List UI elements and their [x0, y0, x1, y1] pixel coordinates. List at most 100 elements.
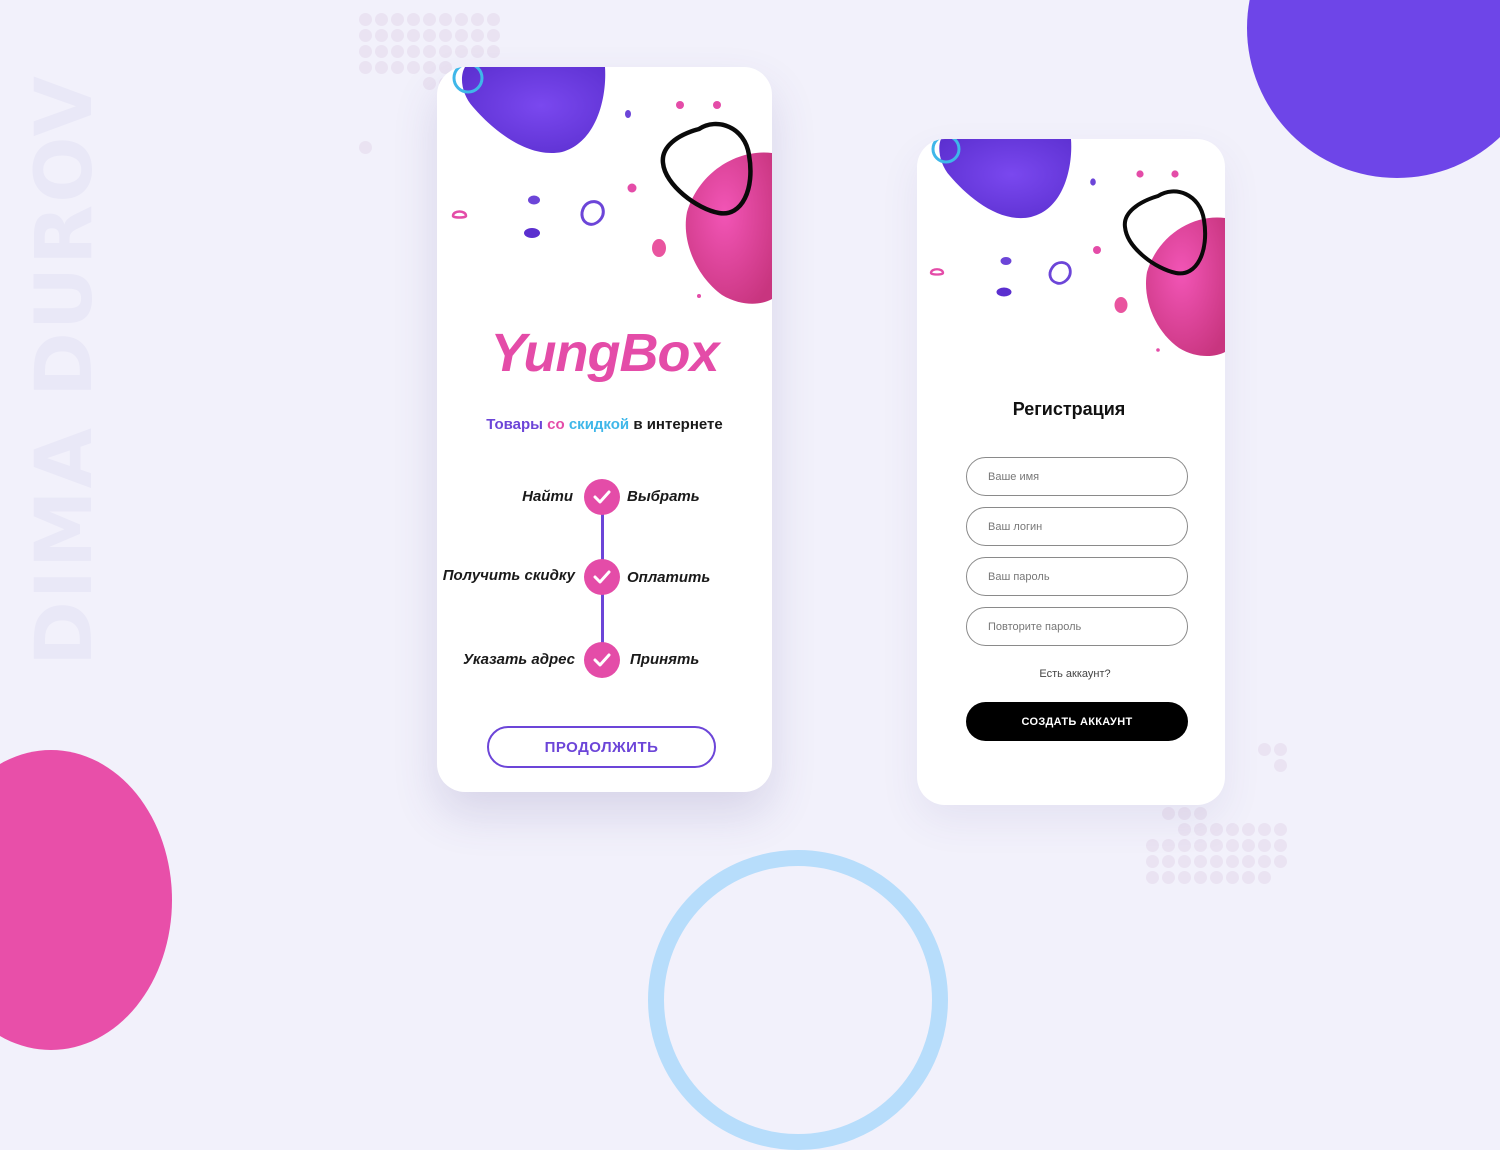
create-account-button[interactable]: СОЗДАТЬ АККАУНТ [966, 702, 1188, 741]
password-field[interactable] [966, 557, 1188, 596]
step-pay: Оплатить [627, 569, 711, 586]
decor-dot [1274, 855, 1287, 868]
name-input[interactable] [988, 470, 1168, 483]
decor-dot [359, 29, 372, 42]
decor-dot [1178, 871, 1191, 884]
decor-dot [423, 45, 436, 58]
decor-dot [1274, 743, 1287, 756]
decor-dot [455, 29, 468, 42]
register-screen: Регистрация Есть аккаунт? СОЗДАТЬ АККАУН… [917, 139, 1225, 805]
decor-dot [471, 29, 484, 42]
step-find: Найти [522, 488, 573, 505]
decor-dot [439, 45, 452, 58]
check-icon [584, 642, 620, 678]
decor-dot [423, 77, 436, 90]
tagline-part-4: в интернете [633, 416, 723, 433]
decor-dot [487, 45, 500, 58]
watermark-text: DIMA DUROV [20, 74, 110, 666]
decor-dot [1194, 871, 1207, 884]
decor-dot [1146, 839, 1159, 852]
decor-dot [375, 61, 388, 74]
decor-dot [375, 13, 388, 26]
decor-dot [1162, 807, 1175, 820]
password-input[interactable] [988, 570, 1168, 583]
decor-dot [375, 29, 388, 42]
decor-dot [407, 29, 420, 42]
decor-dot [487, 29, 500, 42]
decor-dot [1210, 839, 1223, 852]
step-get-discount: Получить скидку [442, 567, 575, 584]
decor-dot [1226, 871, 1239, 884]
decor-dot [1162, 871, 1175, 884]
step-choose: Выбрать [627, 488, 700, 505]
decor-dot [1146, 855, 1159, 868]
decor-dot [471, 45, 484, 58]
decor-dot [1210, 823, 1223, 836]
decor-dot [1210, 855, 1223, 868]
decor-dot [1194, 823, 1207, 836]
decor-dot [1258, 823, 1271, 836]
decor-dot [359, 61, 372, 74]
register-title: Регистрация [1012, 399, 1126, 419]
decor-dot [1226, 855, 1239, 868]
login-field[interactable] [966, 507, 1188, 546]
decor-dot [1162, 839, 1175, 852]
decor-circle-purple [1247, 0, 1500, 178]
decor-dot [391, 45, 404, 58]
step-receive: Принять [630, 651, 700, 668]
decor-dot [359, 141, 372, 154]
decor-dot [407, 45, 420, 58]
tagline-part-2: со [547, 416, 565, 433]
decor-dot [1162, 855, 1175, 868]
decor-dot [487, 13, 500, 26]
check-icon [584, 479, 620, 515]
decor-dot [1178, 823, 1191, 836]
name-field[interactable] [966, 457, 1188, 496]
decor-dot [407, 61, 420, 74]
app-logo: YungBox [490, 323, 720, 383]
repeat-password-input[interactable] [988, 620, 1168, 633]
decor-dot [1242, 871, 1255, 884]
tagline-part-1: Товары [486, 416, 543, 433]
decor-dot [423, 61, 436, 74]
decor-dot [1178, 839, 1191, 852]
step-address: Указать адрес [463, 651, 575, 668]
decor-dot [1146, 871, 1159, 884]
decor-dot [423, 13, 436, 26]
decor-dot [1258, 855, 1271, 868]
decor-dot [455, 45, 468, 58]
decor-dot [1194, 839, 1207, 852]
decor-dot [1242, 855, 1255, 868]
login-input[interactable] [988, 520, 1168, 533]
decor-dot [439, 13, 452, 26]
decor-dot [1242, 823, 1255, 836]
decor-blobs [451, 67, 772, 304]
decor-dot [407, 13, 420, 26]
decor-dot [391, 29, 404, 42]
decor-dot [359, 45, 372, 58]
decor-dot [1258, 871, 1271, 884]
decor-dot [391, 61, 404, 74]
decor-dot [1178, 855, 1191, 868]
decor-dot [1194, 807, 1207, 820]
decor-dot [1274, 823, 1287, 836]
decor-circle-pink [0, 750, 172, 1050]
decor-dot [1194, 855, 1207, 868]
continue-button[interactable]: ПРОДОЛЖИТЬ [487, 726, 716, 768]
decor-ring-blue [648, 850, 948, 1150]
decor-dot [391, 13, 404, 26]
decor-dot [1258, 839, 1271, 852]
decor-blobs [929, 139, 1225, 357]
decor-dot [1242, 839, 1255, 852]
decor-dot [1258, 743, 1271, 756]
tagline-part-3: скидкой [568, 416, 630, 433]
decor-dot [439, 29, 452, 42]
decor-dot [423, 29, 436, 42]
decor-dot [1274, 759, 1287, 772]
decor-dot [455, 13, 468, 26]
have-account-link[interactable]: Есть аккаунт? [917, 668, 1225, 680]
decor-dot [359, 13, 372, 26]
repeat-password-field[interactable] [966, 607, 1188, 646]
decor-dot [1274, 839, 1287, 852]
app-tagline: Товары со скидкой в интернете [437, 416, 772, 433]
